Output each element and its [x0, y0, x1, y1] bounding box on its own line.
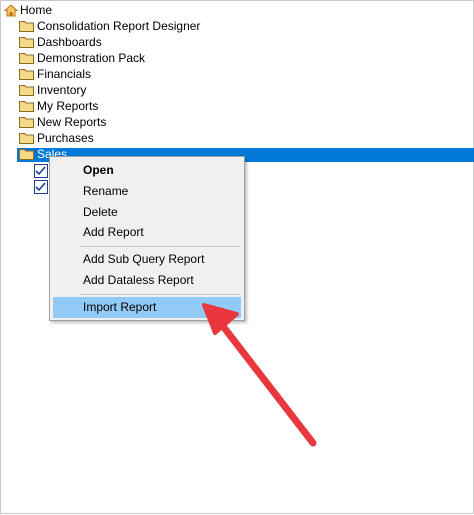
annotation-arrow-icon	[202, 303, 317, 447]
